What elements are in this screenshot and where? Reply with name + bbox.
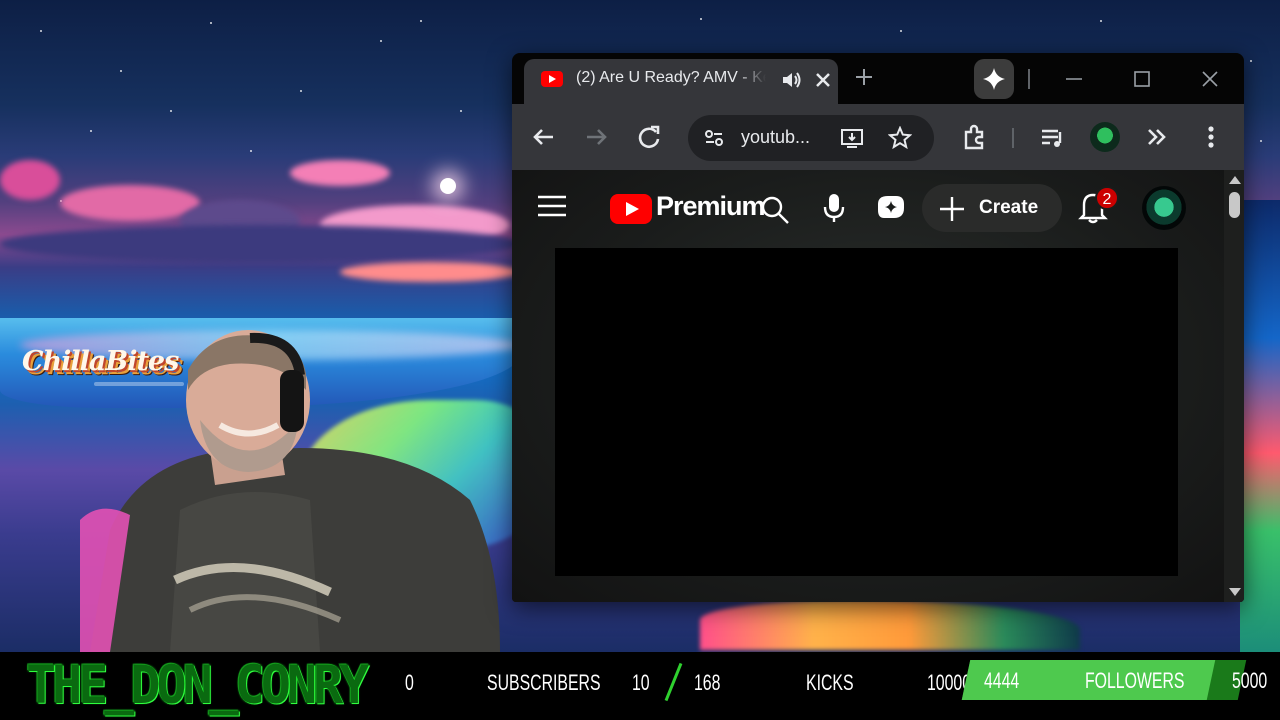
browser-window: (2) Are U Ready? AMV - Kenichi: [512, 53, 1244, 602]
close-window-icon[interactable]: [1198, 67, 1222, 91]
back-icon[interactable]: [527, 120, 561, 154]
kicks-current: 10: [632, 670, 650, 695]
reading-list-icon[interactable]: [1036, 120, 1070, 154]
search-icon[interactable]: [760, 195, 790, 225]
menu-icon[interactable]: [1194, 120, 1228, 154]
kicks-goal: 168: [694, 670, 721, 695]
hamburger-menu-icon[interactable]: [536, 194, 568, 218]
gemini-icon: [983, 68, 1005, 90]
kicks-label: KICKS: [806, 670, 854, 695]
profile-avatar[interactable]: [1090, 122, 1120, 152]
notification-count-badge: 2: [1095, 186, 1119, 210]
account-avatar[interactable]: [1142, 186, 1186, 230]
site-info-icon[interactable]: [702, 126, 726, 150]
maximize-icon[interactable]: [1130, 67, 1154, 91]
stream-scene: ChillaBites (2) Are U Ready? AMV - Kenic…: [0, 0, 1280, 720]
youtube-brand[interactable]: Premium: [656, 191, 766, 222]
tab-title: (2) Are U Ready? AMV - Kenichi: [576, 69, 766, 86]
install-icon[interactable]: [840, 126, 864, 150]
reload-icon[interactable]: [632, 120, 666, 154]
scrollbar-thumb[interactable]: [1229, 192, 1240, 218]
youtube-page: Premium Create 2: [512, 170, 1244, 602]
extensions-icon[interactable]: [958, 120, 992, 154]
more-tools-icon[interactable]: [1140, 120, 1174, 154]
create-label: Create: [979, 197, 1039, 218]
followers-target: 5000: [1232, 668, 1268, 693]
stream-stats-bar: THE_DON_CONRY 0 SUBSCRIBERS 10 168 KICKS…: [0, 652, 1280, 720]
moon: [440, 178, 456, 194]
scroll-down-arrow-icon[interactable]: [1229, 588, 1241, 596]
ask-gemini-icon[interactable]: [874, 192, 908, 224]
browser-titlebar: (2) Are U Ready? AMV - Kenichi: [512, 53, 1244, 104]
browser-toolbar: youtub...: [512, 104, 1244, 170]
video-player[interactable]: [555, 248, 1178, 576]
plus-icon: [940, 197, 964, 221]
new-tab-icon[interactable]: [854, 67, 874, 87]
scroll-up-arrow-icon[interactable]: [1229, 176, 1241, 184]
subscribers-label: SUBSCRIBERS: [487, 670, 601, 695]
bookmark-star-icon[interactable]: [888, 126, 912, 150]
close-icon[interactable]: [812, 69, 834, 91]
forward-icon[interactable]: [579, 120, 613, 154]
streamer-name: THE_DON_CONRY: [26, 654, 369, 716]
youtube-header: Premium Create 2: [512, 170, 1224, 242]
page-scrollbar[interactable]: [1224, 170, 1244, 602]
url-text: youtub...: [741, 127, 811, 147]
followers-label: FOLLOWERS: [1085, 668, 1185, 693]
background-edge: [1240, 200, 1280, 660]
gemini-button[interactable]: [974, 59, 1014, 99]
minimize-icon[interactable]: [1062, 67, 1086, 91]
microphone-icon[interactable]: [820, 192, 848, 224]
youtube-logo-icon[interactable]: [610, 194, 652, 224]
youtube-icon: [541, 71, 563, 87]
toolbar-divider: [1012, 128, 1014, 148]
subscriber-count: 0: [405, 670, 414, 695]
kicks-separator: [664, 662, 683, 702]
followers-current: 4444: [984, 668, 1020, 693]
tab-youtube[interactable]: (2) Are U Ready? AMV - Kenichi: [524, 59, 838, 104]
speaker-icon[interactable]: [780, 69, 802, 91]
webcam-streamer: [80, 330, 500, 652]
titlebar-divider: [1028, 69, 1030, 89]
create-button[interactable]: Create: [922, 184, 1062, 232]
address-bar[interactable]: youtub...: [688, 115, 934, 161]
